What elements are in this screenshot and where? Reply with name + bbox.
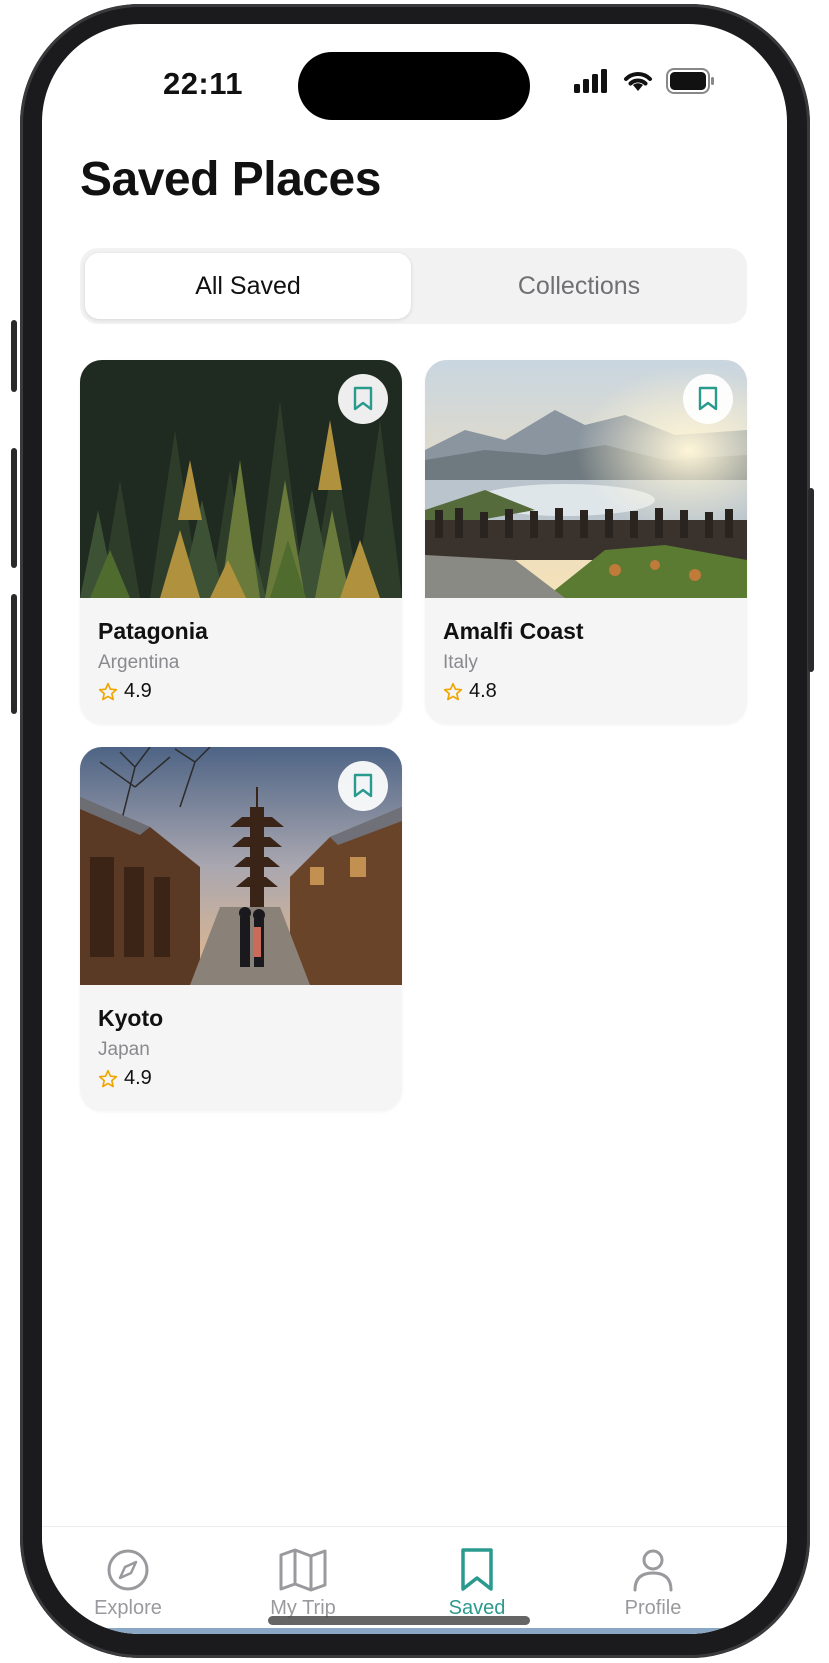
place-rating: 4.9	[98, 680, 152, 703]
bookmark-button[interactable]	[338, 374, 388, 424]
app-screen: 22:11 Saved Places All Saved Collections	[42, 24, 787, 1634]
star-icon	[98, 1069, 118, 1087]
bookmark-icon	[353, 773, 373, 798]
segment-all-saved[interactable]: All Saved	[85, 253, 411, 319]
home-indicator[interactable]	[268, 1616, 530, 1625]
tab-profile[interactable]: Profile	[593, 1547, 713, 1620]
rating-value: 4.8	[469, 680, 497, 702]
bookmark-icon	[461, 1548, 493, 1591]
tab-label: Explore	[94, 1597, 162, 1619]
signal-icon	[574, 69, 607, 93]
segmented-control: All Saved Collections	[80, 248, 747, 324]
tab-saved[interactable]: Saved	[417, 1547, 537, 1620]
place-card[interactable]: Patagonia Argentina 4.9	[80, 360, 402, 724]
person-icon	[633, 1549, 673, 1592]
bookmark-button[interactable]	[683, 374, 733, 424]
star-icon	[98, 682, 118, 700]
bookmark-icon	[698, 386, 718, 411]
place-rating: 4.8	[443, 680, 497, 703]
dynamic-island	[298, 52, 530, 120]
place-name: Patagonia	[98, 618, 208, 644]
tab-label: Profile	[624, 1597, 682, 1619]
tab-my-trip[interactable]: My Trip	[243, 1547, 363, 1620]
battery-icon	[666, 68, 714, 94]
place-country: Italy	[443, 652, 478, 673]
rating-value: 4.9	[124, 1067, 152, 1089]
page-title: Saved Places	[80, 153, 381, 206]
bottom-accent-bar	[102, 1628, 732, 1634]
side-button-volume-up	[11, 448, 17, 568]
status-icons	[574, 68, 716, 94]
place-country: Japan	[98, 1039, 150, 1060]
place-name: Amalfi Coast	[443, 618, 584, 644]
side-button-mute	[11, 320, 17, 392]
place-rating: 4.9	[98, 1067, 152, 1090]
tab-explore[interactable]: Explore	[68, 1547, 188, 1620]
place-name: Kyoto	[98, 1005, 164, 1031]
side-button-volume-down	[11, 594, 17, 714]
segment-collections[interactable]: Collections	[416, 253, 742, 319]
side-button-power	[808, 488, 814, 672]
bookmark-icon	[353, 386, 373, 411]
map-icon	[279, 1548, 327, 1592]
place-card[interactable]: Amalfi Coast Italy 4.8	[425, 360, 747, 724]
place-country: Argentina	[98, 652, 180, 673]
compass-icon	[107, 1549, 149, 1591]
status-time: 22:11	[162, 66, 244, 101]
bookmark-button[interactable]	[338, 761, 388, 811]
place-card[interactable]: Kyoto Japan 4.9	[80, 747, 402, 1111]
star-icon	[443, 682, 463, 700]
rating-value: 4.9	[124, 680, 152, 702]
wifi-icon	[624, 72, 652, 91]
